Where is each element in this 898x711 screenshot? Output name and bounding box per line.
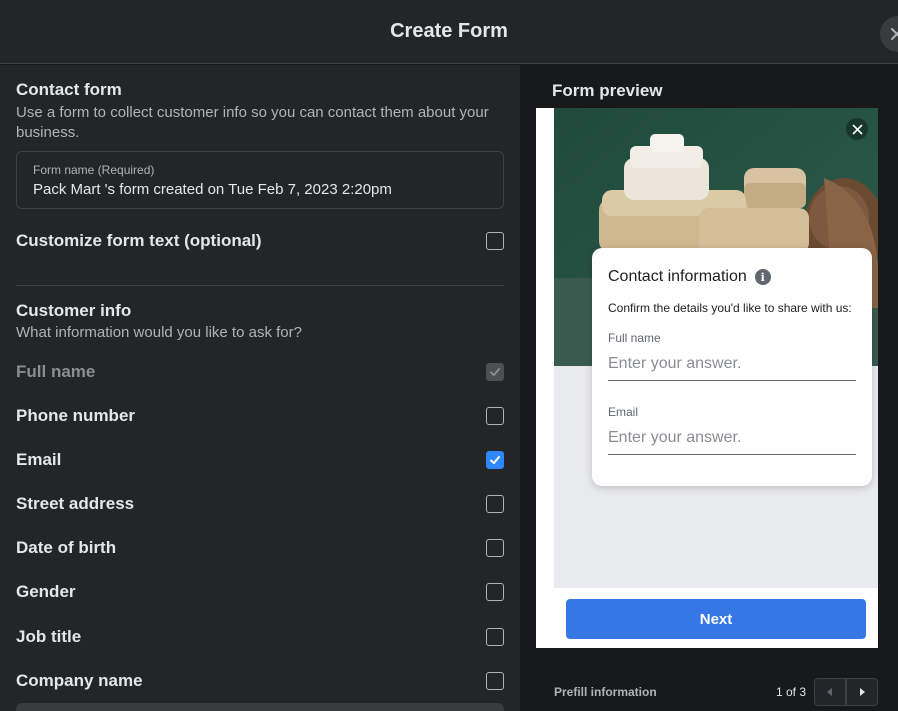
full-name-input[interactable]: Enter your answer.	[608, 345, 856, 381]
email-input[interactable]: Enter your answer.	[608, 419, 856, 455]
customize-form-text-checkbox[interactable]	[486, 232, 504, 250]
company-name-checkbox[interactable]	[486, 672, 504, 690]
next-section-edge	[16, 703, 504, 711]
card-title: Contact information i	[608, 268, 856, 286]
checkmark-icon	[490, 368, 500, 376]
next-button[interactable]: Next	[566, 599, 866, 639]
card-title-text: Contact information	[608, 268, 747, 285]
field-row-email[interactable]: Email	[16, 448, 504, 472]
field-label: Date of birth	[16, 538, 117, 557]
form-name-label: Form name (Required)	[33, 163, 155, 177]
field-row-phone-number[interactable]: Phone number	[16, 404, 504, 428]
preview-panel: Form preview Contact information i Confi…	[520, 65, 898, 711]
section-description: Use a form to collect customer info so y…	[16, 104, 489, 141]
close-button[interactable]	[880, 16, 898, 52]
gender-checkbox[interactable]	[486, 583, 504, 601]
field-label: Email	[16, 450, 62, 469]
job-title-checkbox[interactable]	[486, 628, 504, 646]
customer-info-section: Customer info What information would you…	[16, 301, 506, 343]
dialog-title: Create Form	[390, 20, 508, 42]
close-icon	[891, 28, 898, 40]
full-name-checkbox	[486, 363, 504, 381]
field-label: Job title	[16, 627, 82, 646]
field-label: Company name	[16, 671, 143, 690]
form-name-field[interactable]: Form name (Required) Pack Mart 's form c…	[16, 151, 504, 209]
phone-number-checkbox[interactable]	[486, 407, 504, 425]
field-row-gender[interactable]: Gender	[16, 580, 504, 604]
field-label: Phone number	[16, 406, 136, 425]
form-name-value[interactable]: Pack Mart 's form created on Tue Feb 7, …	[33, 181, 487, 198]
full-name-label: Full name	[608, 331, 661, 345]
previous-page-button[interactable]	[814, 678, 846, 706]
field-row-company-name[interactable]: Company name	[16, 669, 504, 693]
customize-form-text-row[interactable]: Customize form text (optional)	[16, 229, 504, 253]
field-label: Full name	[16, 362, 96, 381]
date-of-birth-checkbox[interactable]	[486, 539, 504, 557]
dialog-header: Create Form	[0, 0, 898, 64]
triangle-left-icon	[827, 688, 832, 696]
close-icon	[852, 124, 862, 134]
section-description: What information would you like to ask f…	[16, 324, 302, 341]
checkmark-icon	[490, 456, 500, 464]
info-icon[interactable]: i	[754, 269, 771, 285]
card-description: Confirm the details you'd like to share …	[608, 301, 852, 315]
triangle-right-icon	[860, 688, 865, 696]
field-label: Street address	[16, 494, 135, 513]
settings-panel: Contact form Use a form to collect custo…	[0, 65, 520, 711]
preview-close-button[interactable]	[846, 118, 868, 140]
page-indicator: 1 of 3	[776, 685, 807, 699]
next-page-button[interactable]	[846, 678, 878, 706]
section-title: Customer info	[16, 301, 132, 320]
field-row-date-of-birth[interactable]: Date of birth	[16, 536, 504, 560]
street-address-checkbox[interactable]	[486, 495, 504, 513]
form-screen: Contact information i Confirm the detail…	[554, 108, 878, 588]
field-label: Gender	[16, 582, 76, 601]
field-row-job-title[interactable]: Job title	[16, 625, 504, 649]
email-label: Email	[608, 405, 639, 419]
section-title: Contact form	[16, 80, 122, 99]
phone-preview: Contact information i Confirm the detail…	[536, 108, 878, 648]
field-row-street-address[interactable]: Street address	[16, 492, 504, 516]
customize-form-text-label: Customize form text (optional)	[16, 231, 262, 250]
field-row-full-name: Full name	[16, 360, 504, 384]
prefill-information-label: Prefill information	[554, 685, 657, 699]
contact-info-card: Contact information i Confirm the detail…	[592, 248, 872, 486]
divider	[16, 285, 504, 286]
email-checkbox[interactable]	[486, 451, 504, 469]
contact-form-section: Contact form Use a form to collect custo…	[16, 80, 506, 143]
preview-title: Form preview	[552, 81, 663, 100]
